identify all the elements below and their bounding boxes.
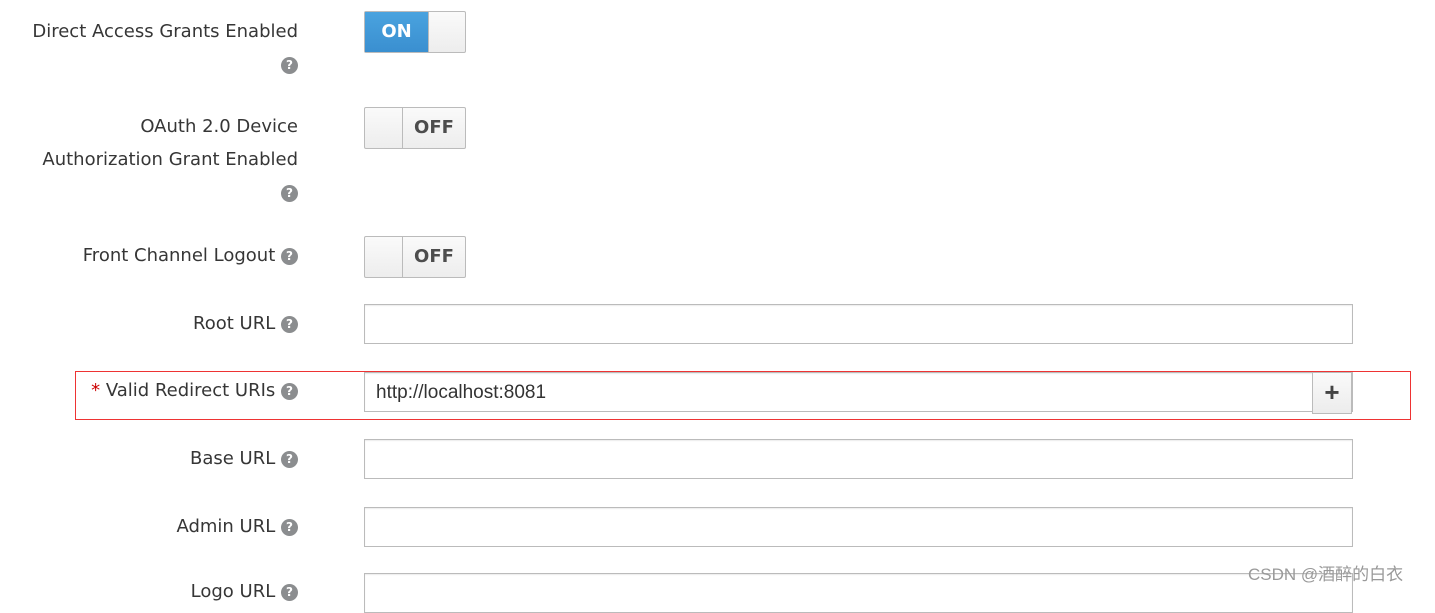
redirect-uris-label: * Valid Redirect URIs ?: [91, 374, 298, 407]
logo-url-label: Logo URL ?: [191, 575, 298, 608]
front-channel-toggle[interactable]: OFF: [364, 236, 466, 278]
logo-url-input[interactable]: [364, 573, 1353, 613]
base-url-input[interactable]: [364, 439, 1353, 479]
help-icon[interactable]: ?: [281, 583, 298, 601]
redirect-uri-input[interactable]: http://localhost:8081 +: [364, 372, 1353, 414]
add-redirect-uri-button[interactable]: +: [1312, 372, 1352, 414]
admin-url-input[interactable]: [364, 507, 1353, 547]
root-url-input[interactable]: [364, 304, 1353, 344]
help-icon[interactable]: ?: [281, 518, 298, 536]
help-icon[interactable]: ?: [281, 382, 298, 400]
device-grant-label: OAuth 2.0 Device Authorization Grant Enab…: [42, 116, 298, 202]
help-icon[interactable]: ?: [281, 184, 298, 202]
help-icon[interactable]: ?: [281, 450, 298, 468]
front-channel-label: Front Channel Logout ?: [83, 239, 298, 272]
direct-access-label: Direct Access Grants Enabled?: [32, 21, 298, 74]
direct-access-toggle[interactable]: ON: [364, 11, 466, 53]
device-grant-toggle[interactable]: OFF: [364, 107, 466, 149]
admin-url-label: Admin URL ?: [176, 510, 298, 543]
base-url-label: Base URL ?: [190, 442, 298, 475]
help-icon[interactable]: ?: [281, 315, 298, 333]
help-icon[interactable]: ?: [281, 56, 298, 74]
watermark: CSDN @酒醉的白衣: [1248, 565, 1404, 584]
root-url-label: Root URL ?: [193, 307, 298, 340]
help-icon[interactable]: ?: [281, 247, 298, 265]
